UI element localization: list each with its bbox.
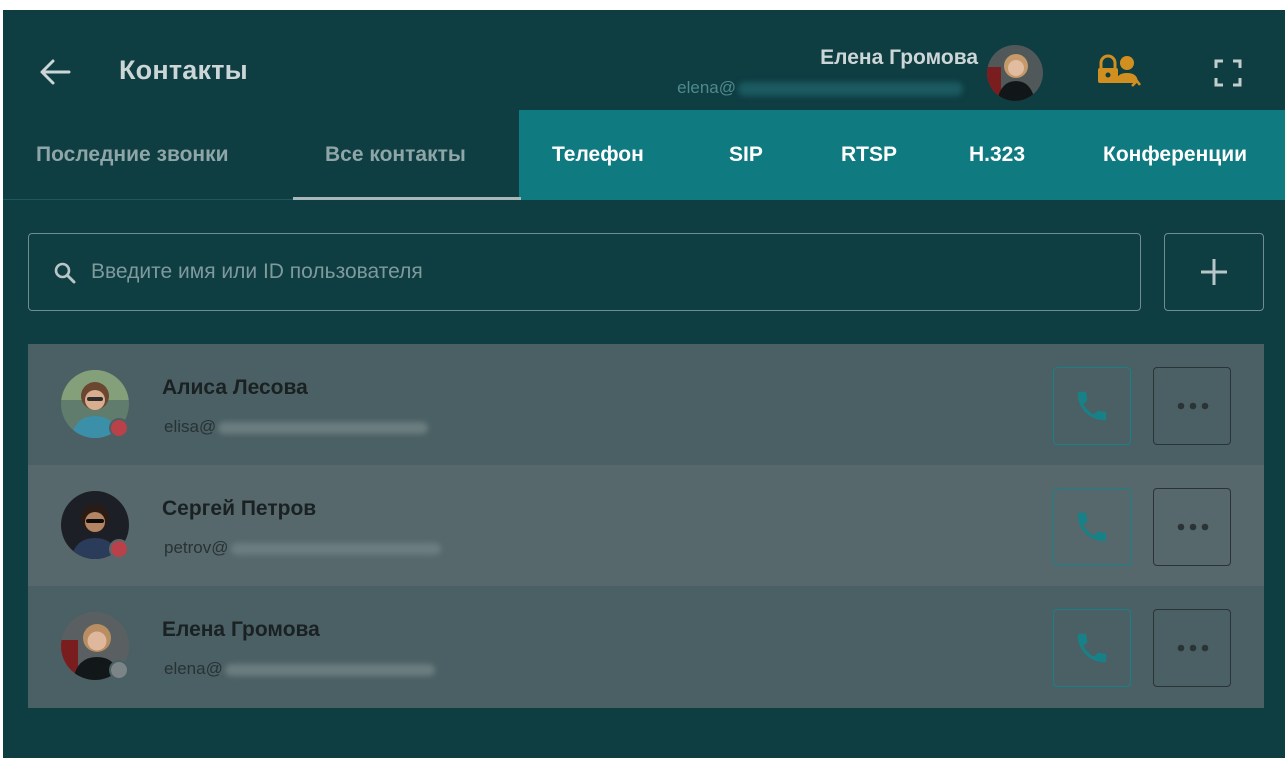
current-user-email: elena@ <box>677 78 963 98</box>
list-item[interactable]: Елена Громова elena@ <box>28 586 1264 708</box>
more-icon <box>1177 644 1209 652</box>
tab-all-contacts[interactable]: Все контакты <box>325 110 466 200</box>
back-arrow-icon[interactable] <box>37 54 73 90</box>
more-icon <box>1177 402 1209 410</box>
list-item[interactable]: Алиса Лесова elisa@ <box>28 344 1264 465</box>
status-indicator-away <box>109 660 129 680</box>
phone-icon <box>1077 633 1107 663</box>
contact-name: Елена Громова <box>162 618 320 641</box>
more-options-button[interactable] <box>1153 367 1231 445</box>
status-indicator-offline <box>109 418 129 438</box>
lock-user-icon[interactable] <box>1096 52 1142 92</box>
tab-rtsp[interactable]: RTSP <box>841 110 897 200</box>
active-tab-indicator <box>293 197 521 200</box>
search-input[interactable]: Введите имя или ID пользователя <box>28 233 1141 311</box>
contact-email: elena@ <box>164 659 435 679</box>
add-contact-button[interactable] <box>1164 233 1264 311</box>
current-user-name: Елена Громова <box>820 46 978 69</box>
plus-icon <box>1198 256 1230 288</box>
contacts-window: Контакты Елена Громова elena@ Последние … <box>3 10 1285 758</box>
tab-conferences[interactable]: Конференции <box>1103 110 1247 200</box>
tab-sip[interactable]: SIP <box>729 110 763 200</box>
search-icon <box>53 261 77 285</box>
list-item[interactable]: Сергей Петров petrov@ <box>28 465 1264 586</box>
more-icon <box>1177 523 1209 531</box>
status-indicator-offline <box>109 539 129 559</box>
contact-email: petrov@ <box>164 538 441 558</box>
contacts-list: Алиса Лесова elisa@ Сергей Петров petrov… <box>28 344 1264 708</box>
phone-icon <box>1077 391 1107 421</box>
call-button[interactable] <box>1053 609 1131 687</box>
tab-h323[interactable]: H.323 <box>969 110 1025 200</box>
contact-email: elisa@ <box>164 417 429 437</box>
header: Контакты Елена Громова elena@ <box>3 10 1285 122</box>
call-button[interactable] <box>1053 367 1131 445</box>
fullscreen-icon[interactable] <box>1213 58 1243 88</box>
tab-recent-calls[interactable]: Последние звонки <box>36 110 229 200</box>
tab-phone[interactable]: Телефон <box>552 110 644 200</box>
tab-bar: Последние звонки Все контакты Телефон SI… <box>3 110 1285 200</box>
call-button[interactable] <box>1053 488 1131 566</box>
current-user-avatar[interactable] <box>987 45 1043 101</box>
more-options-button[interactable] <box>1153 609 1231 687</box>
search-placeholder: Введите имя или ID пользователя <box>91 260 423 283</box>
page-title: Контакты <box>119 55 248 85</box>
contact-name: Сергей Петров <box>162 497 317 520</box>
phone-icon <box>1077 512 1107 542</box>
contact-name: Алиса Лесова <box>162 376 308 399</box>
more-options-button[interactable] <box>1153 488 1231 566</box>
